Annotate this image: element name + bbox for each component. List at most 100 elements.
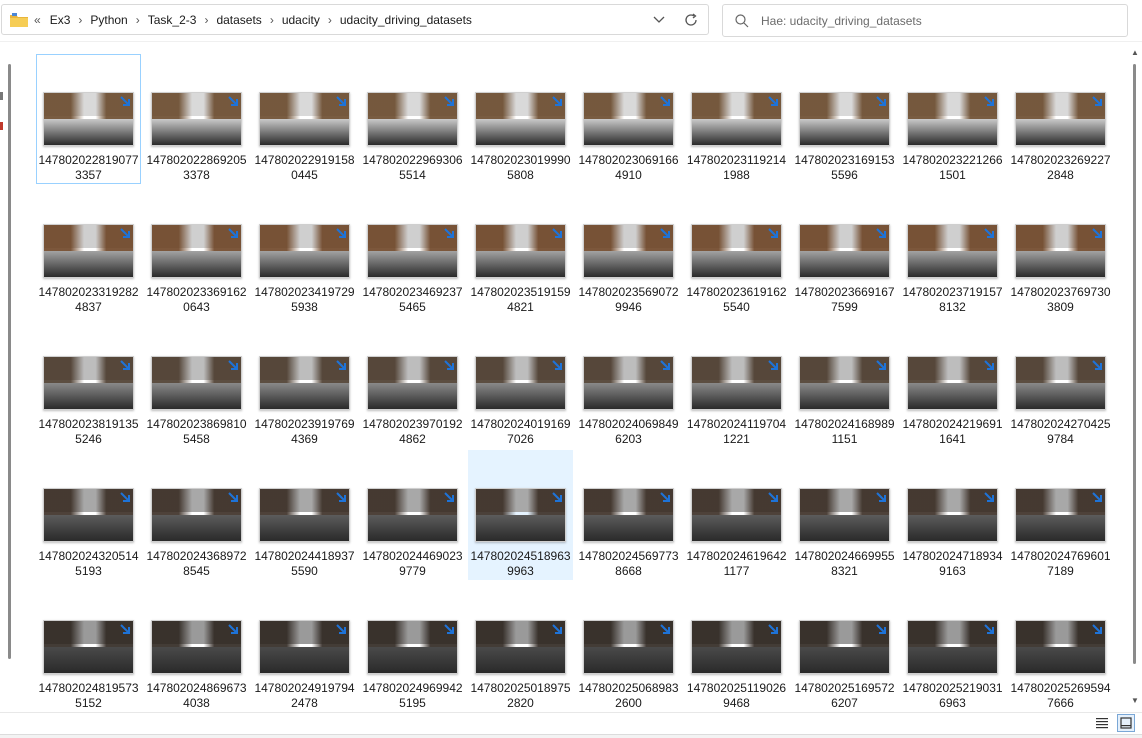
address-bar[interactable]: « Ex3 › Python › Task_2-3 › datasets › u… — [1, 4, 709, 35]
file-thumbnail[interactable] — [475, 488, 566, 542]
file-item[interactable]: 147802024069849 6203 — [576, 318, 681, 448]
file-thumbnail[interactable] — [43, 356, 134, 410]
search-box[interactable]: Hae: udacity_driving_datasets — [722, 4, 1128, 37]
file-item[interactable]: 147802023919769 4369 — [252, 318, 357, 448]
details-view-icon[interactable] — [1095, 716, 1109, 730]
file-thumbnail[interactable] — [1015, 224, 1106, 278]
file-item[interactable]: 147802023819135 5246 — [36, 318, 141, 448]
file-item[interactable]: 147802024019169 7026 — [468, 318, 573, 448]
file-item[interactable]: 147802023970192 4862 — [360, 318, 465, 448]
breadcrumb-item[interactable]: udacity_driving_datasets — [334, 13, 478, 27]
file-item[interactable]: 147802024119704 1221 — [684, 318, 789, 448]
file-thumbnail[interactable] — [691, 224, 782, 278]
file-thumbnail[interactable] — [367, 224, 458, 278]
file-thumbnail[interactable] — [43, 620, 134, 674]
file-item[interactable]: 147802023169153 5596 — [792, 54, 897, 184]
file-thumbnail[interactable] — [151, 224, 242, 278]
file-thumbnail[interactable] — [475, 224, 566, 278]
breadcrumb-item[interactable]: udacity — [276, 13, 326, 27]
file-thumbnail[interactable] — [799, 488, 890, 542]
file-thumbnail[interactable] — [367, 92, 458, 146]
file-thumbnail[interactable] — [691, 620, 782, 674]
file-item[interactable]: 147802024368972 8545 — [144, 450, 249, 580]
file-item[interactable]: 147802022869205 3378 — [144, 54, 249, 184]
file-item[interactable]: 147802023519159 4821 — [468, 186, 573, 316]
file-thumbnail[interactable] — [691, 356, 782, 410]
file-item[interactable]: 147802025219031 6963 — [900, 582, 1005, 712]
file-thumbnail[interactable] — [907, 356, 998, 410]
file-item[interactable]: 147802023469237 5465 — [360, 186, 465, 316]
file-item[interactable]: 147802024320514 5193 — [36, 450, 141, 580]
file-item[interactable]: 147802022919158 0445 — [252, 54, 357, 184]
file-thumbnail[interactable] — [475, 620, 566, 674]
breadcrumb-separator-icon[interactable]: › — [202, 13, 210, 27]
file-item[interactable]: 147802023419729 5938 — [252, 186, 357, 316]
file-item[interactable]: 147802023369162 0643 — [144, 186, 249, 316]
file-item[interactable]: 147802025269594 7666 — [1008, 582, 1113, 712]
thumbnail-view-icon[interactable] — [1117, 714, 1135, 732]
left-scrollbar[interactable] — [8, 64, 11, 659]
file-item[interactable]: 147802024869673 4038 — [144, 582, 249, 712]
file-item[interactable]: 147802025169572 6207 — [792, 582, 897, 712]
file-item[interactable]: 147802022819077 3357 — [36, 54, 141, 184]
chevron-down-icon[interactable] — [644, 16, 674, 24]
file-thumbnail[interactable] — [259, 92, 350, 146]
file-item[interactable]: 147802024569773 8668 — [576, 450, 681, 580]
breadcrumb-separator-icon[interactable]: › — [76, 13, 84, 27]
file-item[interactable]: 147802022969306 5514 — [360, 54, 465, 184]
file-thumbnail[interactable] — [907, 620, 998, 674]
file-item[interactable]: 147802024669955 8321 — [792, 450, 897, 580]
file-thumbnail[interactable] — [259, 620, 350, 674]
file-thumbnail[interactable] — [367, 356, 458, 410]
file-item[interactable]: 147802025018975 2820 — [468, 582, 573, 712]
file-item[interactable]: 147802023719157 8132 — [900, 186, 1005, 316]
file-thumbnail[interactable] — [799, 224, 890, 278]
scroll-up-icon[interactable]: ▲ — [1130, 48, 1140, 58]
file-thumbnail[interactable] — [43, 92, 134, 146]
file-thumbnail[interactable] — [259, 356, 350, 410]
file-thumbnail[interactable] — [799, 92, 890, 146]
file-item[interactable]: 147802024969942 5195 — [360, 582, 465, 712]
file-thumbnail[interactable] — [259, 488, 350, 542]
file-item[interactable]: 147802024219691 1641 — [900, 318, 1005, 448]
file-thumbnail[interactable] — [43, 224, 134, 278]
refresh-icon[interactable] — [674, 12, 708, 27]
file-thumbnail[interactable] — [151, 620, 242, 674]
file-item[interactable]: 147802023569072 9946 — [576, 186, 681, 316]
file-thumbnail[interactable] — [799, 356, 890, 410]
file-item[interactable]: 147802023869810 5458 — [144, 318, 249, 448]
file-thumbnail[interactable] — [367, 488, 458, 542]
file-item[interactable]: 147802024819573 5152 — [36, 582, 141, 712]
vertical-scrollbar-thumb[interactable] — [1133, 64, 1136, 664]
file-item[interactable]: 147802023319282 4837 — [36, 186, 141, 316]
file-thumbnail[interactable] — [907, 92, 998, 146]
file-thumbnail[interactable] — [475, 92, 566, 146]
breadcrumb-item[interactable]: Ex3 — [44, 13, 77, 27]
file-thumbnail[interactable] — [1015, 92, 1106, 146]
file-item[interactable]: 147802024469023 9779 — [360, 450, 465, 580]
file-item[interactable]: 147802023269227 2848 — [1008, 54, 1113, 184]
file-item[interactable]: 147802024270425 9784 — [1008, 318, 1113, 448]
file-item[interactable]: 147802024619642 1177 — [684, 450, 789, 580]
file-thumbnail[interactable] — [1015, 356, 1106, 410]
file-item[interactable]: 147802024769601 7189 — [1008, 450, 1113, 580]
file-item[interactable]: 147802025119026 9468 — [684, 582, 789, 712]
breadcrumb-item[interactable]: Python — [84, 13, 133, 27]
file-thumbnail[interactable] — [151, 488, 242, 542]
file-thumbnail[interactable] — [583, 92, 674, 146]
breadcrumb-separator-icon[interactable]: › — [326, 13, 334, 27]
file-thumbnail[interactable] — [907, 224, 998, 278]
scroll-down-icon[interactable]: ▼ — [1130, 696, 1140, 706]
file-item[interactable]: 147802024518963 9963 — [468, 450, 573, 580]
file-item[interactable]: 147802024418937 5590 — [252, 450, 357, 580]
file-item[interactable]: 147802024168989 1151 — [792, 318, 897, 448]
file-thumbnail[interactable] — [475, 356, 566, 410]
file-thumbnail[interactable] — [151, 92, 242, 146]
file-thumbnail[interactable] — [367, 620, 458, 674]
search-input[interactable]: Hae: udacity_driving_datasets — [761, 14, 922, 28]
file-thumbnail[interactable] — [1015, 488, 1106, 542]
file-item[interactable]: 147802025068983 2600 — [576, 582, 681, 712]
file-item[interactable]: 147802023669167 7599 — [792, 186, 897, 316]
file-thumbnail[interactable] — [151, 356, 242, 410]
file-item[interactable]: 147802024718934 9163 — [900, 450, 1005, 580]
